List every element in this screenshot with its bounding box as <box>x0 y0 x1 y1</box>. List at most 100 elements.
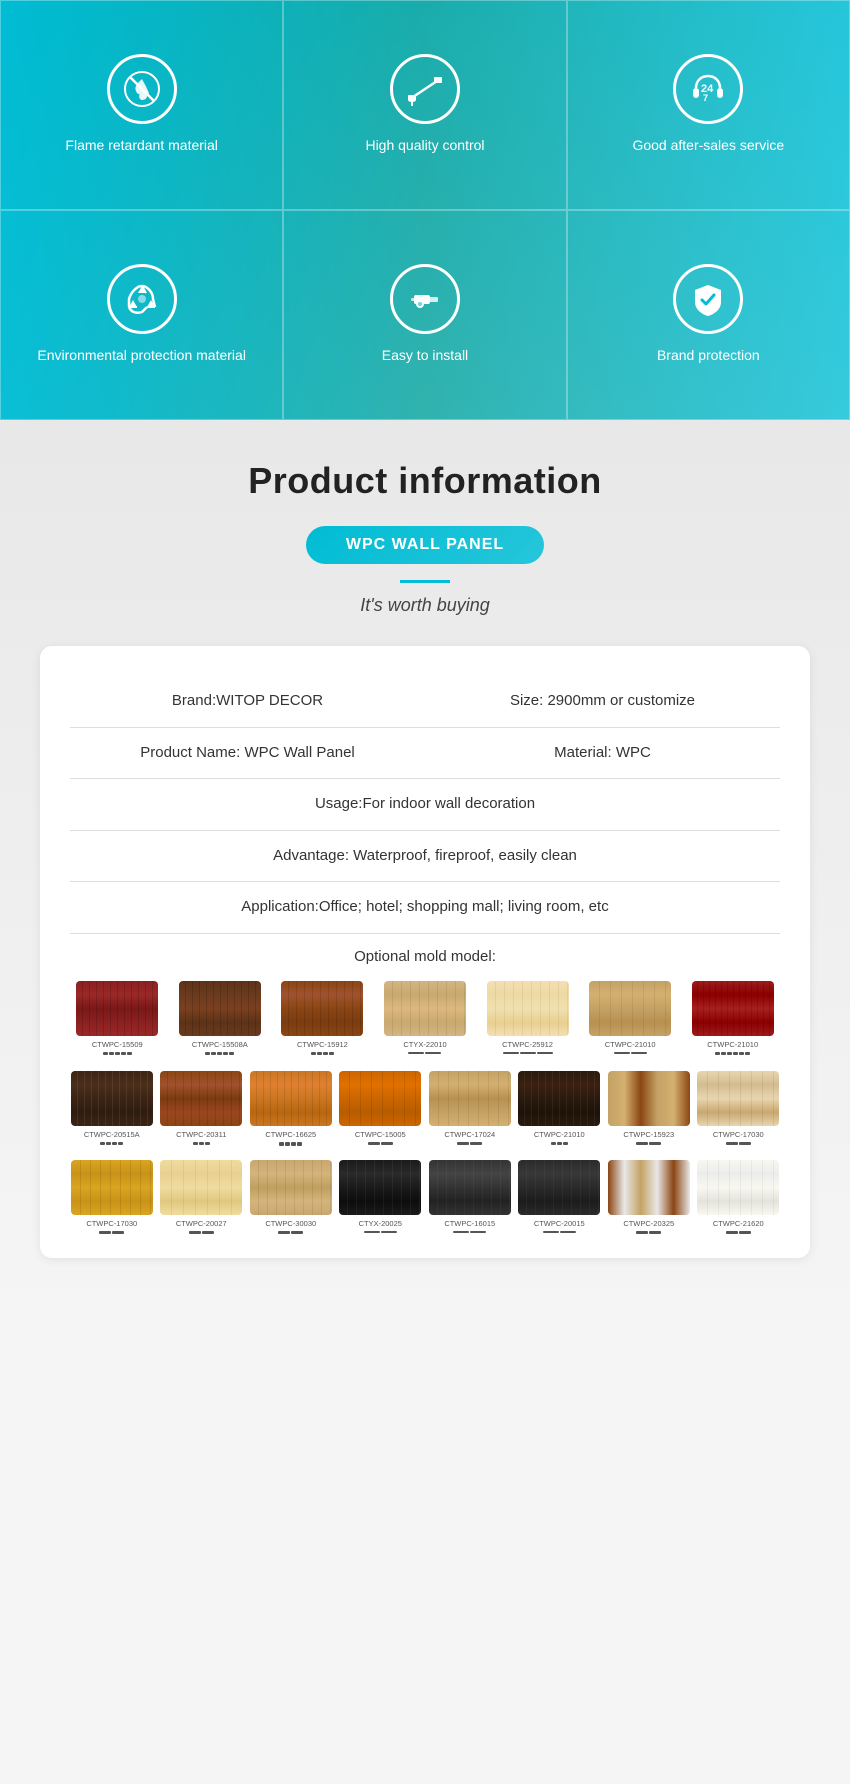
flame-ban-icon <box>107 54 177 124</box>
product-item: CTWPC-16015 <box>428 1160 512 1234</box>
spec-row-application: Application:Office; hotel; shopping mall… <box>70 882 780 934</box>
product-item: CTWPC-20027 <box>160 1160 244 1234</box>
brand-protection-label: Brand protection <box>657 346 760 366</box>
spec-row-usage: Usage:For indoor wall decoration <box>70 779 780 831</box>
product-code: CTWPC-16625 <box>265 1130 316 1139</box>
spec-row-name: Product Name: WPC Wall Panel Material: W… <box>70 728 780 780</box>
product-thumb <box>160 1160 242 1215</box>
product-thumb <box>608 1160 690 1215</box>
caliper-icon <box>390 54 460 124</box>
product-thumb <box>160 1071 242 1126</box>
usage-col: Usage:For indoor wall decoration <box>70 793 780 816</box>
product-item: CTYX-22010 <box>378 981 473 1055</box>
spec-row-brand: Brand:WITOP DECOR Size: 2900mm or custom… <box>70 676 780 728</box>
product-code: CTWPC-30030 <box>265 1219 316 1228</box>
product-code: CTYX-22010 <box>403 1040 446 1049</box>
easy-install-label: Easy to install <box>382 346 468 366</box>
feature-easy-install: Easy to install <box>283 210 566 420</box>
products-row-2: CTWPC-20515A CTWPC-20311 <box>70 1071 780 1146</box>
product-code: CTWPC-21010 <box>707 1040 758 1049</box>
product-code: CTWPC-15005 <box>355 1130 406 1139</box>
products-row-3: CTWPC-17030 CTWPC-20027 <box>70 1160 780 1234</box>
product-thumb <box>250 1071 332 1126</box>
product-item: CTWPC-21620 <box>697 1160 781 1234</box>
product-item: CTWPC-21010 <box>518 1071 602 1146</box>
product-code: CTWPC-15912 <box>297 1040 348 1049</box>
environmental-label: Environmental protection material <box>37 346 246 366</box>
product-card: Brand:WITOP DECOR Size: 2900mm or custom… <box>40 646 810 1258</box>
drill-icon <box>390 264 460 334</box>
product-code: CTWPC-15508A <box>192 1040 248 1049</box>
product-code: CTWPC-16015 <box>444 1219 495 1228</box>
product-item: CTWPC-15923 <box>607 1071 691 1146</box>
product-item: CTWPC-15912 <box>275 981 370 1055</box>
product-item: CTWPC-17030 <box>70 1160 154 1234</box>
product-item: CTWPC-15509 <box>70 981 165 1055</box>
product-code: CTWPC-20311 <box>176 1130 226 1139</box>
product-item: CTWPC-20015 <box>518 1160 602 1234</box>
hero-section: Flame retardant material High quality co… <box>0 0 850 420</box>
product-thumb <box>697 1160 779 1215</box>
product-thumb <box>518 1160 600 1215</box>
divider-line <box>400 580 450 583</box>
product-thumb <box>692 981 774 1036</box>
shield-check-icon <box>673 264 743 334</box>
optional-label: Optional mold model: <box>70 948 780 965</box>
product-thumb <box>179 981 261 1036</box>
product-item: CTWPC-25912 <box>480 981 575 1055</box>
product-item: CTWPC-15005 <box>339 1071 423 1146</box>
product-code: CTWPC-21010 <box>605 1040 656 1049</box>
optional-section: Optional mold model: CTWPC-15509 <box>70 934 780 1234</box>
product-info-section: Product information WPC WALL PANEL It's … <box>0 420 850 1308</box>
product-code: CTWPC-20027 <box>176 1219 227 1228</box>
product-code: CTWPC-17024 <box>444 1130 495 1139</box>
product-thumb <box>589 981 671 1036</box>
wpc-badge: WPC WALL PANEL <box>306 526 544 564</box>
product-thumb <box>487 981 569 1036</box>
svg-text:7: 7 <box>703 93 708 103</box>
product-item: CTWPC-15508A <box>173 981 268 1055</box>
features-grid: Flame retardant material High quality co… <box>0 0 850 420</box>
product-thumb <box>339 1071 421 1126</box>
product-name-col: Product Name: WPC Wall Panel <box>70 742 425 765</box>
feature-high-quality: High quality control <box>283 0 566 210</box>
feature-flame-retardant: Flame retardant material <box>0 0 283 210</box>
section-title: Product information <box>20 460 830 502</box>
product-code: CTWPC-15923 <box>623 1130 674 1139</box>
feature-environmental: Environmental protection material <box>0 210 283 420</box>
product-item: CTYX-20025 <box>339 1160 423 1234</box>
brand-col: Brand:WITOP DECOR <box>70 690 425 713</box>
product-item: CTWPC-16625 <box>249 1071 333 1146</box>
product-thumb <box>697 1071 779 1126</box>
product-item: CTWPC-30030 <box>249 1160 333 1234</box>
product-code: CTWPC-20515A <box>84 1130 140 1139</box>
product-code: CTWPC-25912 <box>502 1040 553 1049</box>
after-sales-label: Good after-sales service <box>632 136 784 156</box>
product-thumb <box>384 981 466 1036</box>
product-thumb <box>429 1071 511 1126</box>
headset-icon: 24 7 <box>673 54 743 124</box>
product-code: CTWPC-21620 <box>713 1219 764 1228</box>
flame-retardant-label: Flame retardant material <box>65 136 218 156</box>
product-thumb <box>250 1160 332 1215</box>
product-thumb <box>429 1160 511 1215</box>
product-code: CTWPC-17030 <box>86 1219 137 1228</box>
feature-after-sales: 24 7 Good after-sales service <box>567 0 850 210</box>
product-code: CTWPC-15509 <box>92 1040 143 1049</box>
product-thumb <box>608 1071 690 1126</box>
application-col: Application:Office; hotel; shopping mall… <box>70 896 780 919</box>
product-item: CTWPC-17030 <box>697 1071 781 1146</box>
advantage-col: Advantage: Waterproof, fireproof, easily… <box>70 845 780 868</box>
product-item: CTWPC-21010 <box>583 981 678 1055</box>
product-thumb <box>76 981 158 1036</box>
product-item: CTWPC-21010 <box>685 981 780 1055</box>
feature-brand-protection: Brand protection <box>567 210 850 420</box>
product-thumb <box>518 1071 600 1126</box>
material-col: Material: WPC <box>425 742 780 765</box>
products-row-1: CTWPC-15509 CTWPC-1550 <box>70 981 780 1055</box>
product-code: CTWPC-17030 <box>713 1130 764 1139</box>
product-item: CTWPC-20311 <box>160 1071 244 1146</box>
product-code: CTWPC-20015 <box>534 1219 585 1228</box>
spec-row-advantage: Advantage: Waterproof, fireproof, easily… <box>70 831 780 883</box>
product-thumb <box>71 1160 153 1215</box>
